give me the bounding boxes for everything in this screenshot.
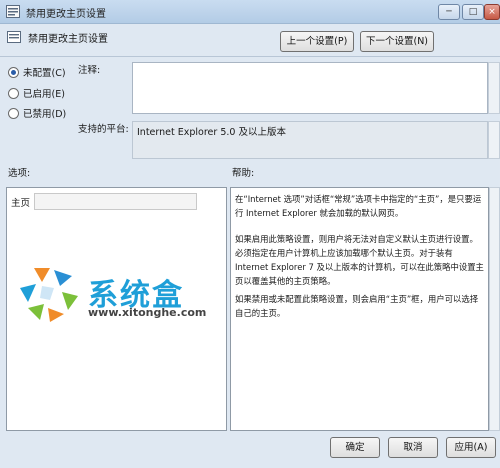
policy-icon — [6, 5, 20, 18]
radio-button-selected[interactable] — [8, 66, 19, 78]
radio-button[interactable] — [8, 107, 19, 119]
radio-enabled[interactable]: 已启用(E) — [8, 86, 65, 100]
next-setting-button[interactable]: 下一个设置(N) — [360, 31, 434, 52]
radio-button[interactable] — [8, 87, 19, 99]
options-label: 选项: — [8, 168, 31, 179]
watermark-url: www.xitonghe.com — [88, 306, 207, 319]
cancel-button[interactable]: 取消 — [388, 437, 438, 458]
help-label: 帮助: — [232, 168, 255, 179]
ok-button[interactable]: 确定 — [330, 437, 380, 458]
platform-value: Internet Explorer 5.0 及以上版本 — [137, 127, 286, 138]
divider — [0, 56, 500, 57]
watermark-logo — [20, 268, 78, 322]
platform-label: 支持的平台: — [78, 124, 129, 135]
help-scrollbar[interactable] — [489, 187, 500, 431]
home-page-input[interactable] — [34, 193, 197, 210]
help-paragraph: 如果禁用或未配置此策略设置，则会启用“主页”框，用户可以选择自己的主页。 — [235, 294, 479, 318]
window-title: 禁用更改主页设置 — [26, 9, 106, 20]
close-button[interactable]: × — [484, 4, 500, 20]
home-page-label: 主页 — [11, 198, 31, 209]
previous-setting-button[interactable]: 上一个设置(P) — [280, 31, 354, 52]
help-paragraph: 在“Internet 选项”对话框“常规”选项卡中指定的“主页”，是只要运行 I… — [235, 194, 482, 218]
minimize-button[interactable]: ─ — [438, 4, 460, 20]
radio-label: 已启用(E) — [23, 89, 65, 100]
radio-label: 已禁用(D) — [23, 109, 67, 120]
comment-textarea[interactable] — [132, 62, 488, 114]
help-paragraph: 如果启用此策略设置，则用户将无法对自定义默认主页进行设置。必须指定在用户计算机上… — [235, 234, 484, 286]
radio-not-configured[interactable]: 未配置(C) — [8, 65, 66, 79]
platform-scrollbar[interactable] — [488, 121, 500, 159]
radio-disabled[interactable]: 已禁用(D) — [8, 106, 66, 120]
setting-icon — [7, 31, 21, 43]
setting-title: 禁用更改主页设置 — [28, 34, 108, 45]
comment-scrollbar[interactable] — [488, 62, 500, 114]
comment-label: 注释: — [78, 65, 101, 76]
radio-label: 未配置(C) — [23, 68, 66, 79]
maximize-button[interactable]: □ — [462, 4, 484, 20]
apply-button[interactable]: 应用(A) — [446, 437, 496, 458]
